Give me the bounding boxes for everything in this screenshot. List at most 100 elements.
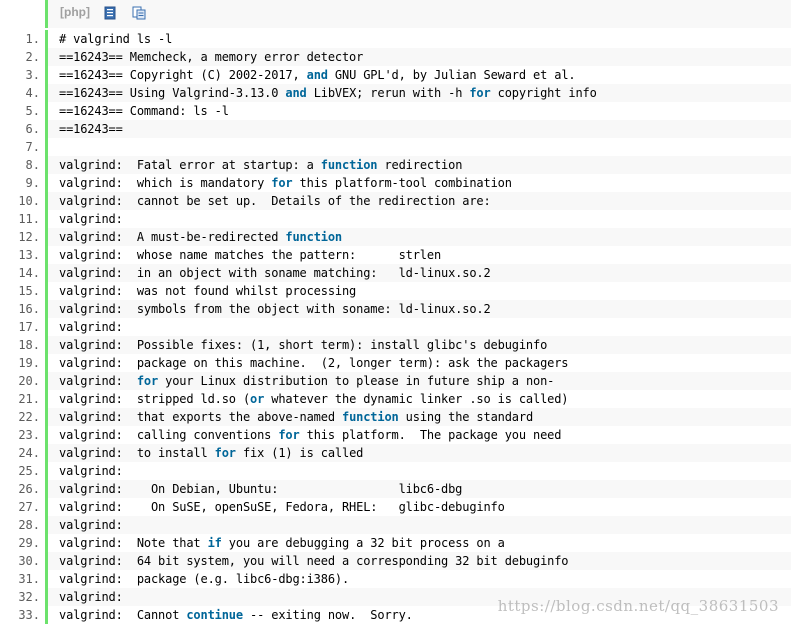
line-number: 7.: [0, 138, 40, 156]
code-line: 21. valgrind: stripped ld.so (or whatever…: [0, 390, 791, 408]
code-line: 5. ==16243== Command: ls -l: [0, 102, 791, 120]
code-text: ==16243== Copyright (C) 2002-2017, and G…: [59, 68, 576, 82]
code-text: # valgrind ls -l: [59, 32, 173, 46]
code-line: 28. valgrind:: [0, 516, 791, 534]
code-line-area: valgrind: that exports the above-named f…: [45, 408, 791, 426]
code-line: 15. valgrind: was not found whilst proces…: [0, 282, 791, 300]
code-line-area: ==16243==: [45, 120, 791, 138]
code-text: valgrind: On Debian, Ubuntu: libc6-dbg: [59, 482, 463, 496]
line-number: 3.: [0, 66, 40, 84]
code-text: valgrind: A must-be-redirected function: [59, 230, 342, 244]
code-line-area: valgrind: calling conventions for this p…: [45, 426, 791, 444]
code-line-area: valgrind: Note that if you are debugging…: [45, 534, 791, 552]
line-number: 22.: [0, 408, 40, 426]
code-line: 25. valgrind:: [0, 462, 791, 480]
line-number: 6.: [0, 120, 40, 138]
code-line-area: ==16243== Copyright (C) 2002-2017, and G…: [45, 66, 791, 84]
line-number: 24.: [0, 444, 40, 462]
code-block: 1. # valgrind ls -l 2. ==16243== Memcheck, …: [0, 30, 791, 624]
code-text: valgrind: package (e.g. libc6-dbg:i386).: [59, 572, 350, 586]
code-line: 11. valgrind:: [0, 210, 791, 228]
code-text: valgrind: Cannot continue -- exiting now…: [59, 608, 413, 622]
line-number: 19.: [0, 354, 40, 372]
code-line-area: valgrind: On Debian, Ubuntu: libc6-dbg: [45, 480, 791, 498]
line-number: 23.: [0, 426, 40, 444]
line-number: 18.: [0, 336, 40, 354]
code-line: 19. valgrind: package on this machine. (2…: [0, 354, 791, 372]
line-number: 31.: [0, 570, 40, 588]
line-number: 27.: [0, 498, 40, 516]
line-number: 16.: [0, 300, 40, 318]
code-line-area: valgrind: in an object with soname match…: [45, 264, 791, 282]
code-line: 13. valgrind: whose name matches the patt…: [0, 246, 791, 264]
code-line-area: [45, 138, 791, 156]
code-line: 31. valgrind: package (e.g. libc6-dbg:i38…: [0, 570, 791, 588]
line-number: 26.: [0, 480, 40, 498]
language-label: [php]: [60, 5, 90, 19]
code-line: 10. valgrind: cannot be set up. Details o…: [0, 192, 791, 210]
code-line: 30. valgrind: 64 bit system, you will nee…: [0, 552, 791, 570]
code-line: 22. valgrind: that exports the above-name…: [0, 408, 791, 426]
code-text: valgrind: On SuSE, openSuSE, Fedora, RHE…: [59, 500, 505, 514]
code-line: 8. valgrind: Fatal error at startup: a fu…: [0, 156, 791, 174]
code-text: ==16243==: [59, 122, 123, 136]
code-text: valgrind:: [59, 320, 123, 334]
code-line: 9. valgrind: which is mandatory for this …: [0, 174, 791, 192]
line-number: 10.: [0, 192, 40, 210]
view-source-icon[interactable]: [103, 6, 117, 20]
code-text: valgrind: calling conventions for this p…: [59, 428, 562, 442]
code-line-area: valgrind: On SuSE, openSuSE, Fedora, RHE…: [45, 498, 791, 516]
line-number: 15.: [0, 282, 40, 300]
line-number: 2.: [0, 48, 40, 66]
code-line-area: valgrind: whose name matches the pattern…: [45, 246, 791, 264]
code-line-area: valgrind: A must-be-redirected function: [45, 228, 791, 246]
code-line-area: ==16243== Using Valgrind-3.13.0 and LibV…: [45, 84, 791, 102]
code-line: 1. # valgrind ls -l: [0, 30, 791, 48]
copy-icon[interactable]: [132, 6, 146, 20]
line-number: 13.: [0, 246, 40, 264]
code-line: 26. valgrind: On Debian, Ubuntu: libc6-db…: [0, 480, 791, 498]
code-line-area: valgrind: which is mandatory for this pl…: [45, 174, 791, 192]
line-number: 21.: [0, 390, 40, 408]
code-line: 2. ==16243== Memcheck, a memory error det…: [0, 48, 791, 66]
code-text: valgrind: Fatal error at startup: a func…: [59, 158, 463, 172]
code-line-area: valgrind: Possible fixes: (1, short term…: [45, 336, 791, 354]
code-text: valgrind: which is mandatory for this pl…: [59, 176, 512, 190]
code-text: ==16243== Memcheck, a memory error detec…: [59, 50, 364, 64]
code-line-area: valgrind: to install for fix (1) is call…: [45, 444, 791, 462]
line-number: 1.: [0, 30, 40, 48]
code-text: ==16243== Command: ls -l: [59, 104, 229, 118]
code-line: 24. valgrind: to install for fix (1) is c…: [0, 444, 791, 462]
code-line: 29. valgrind: Note that if you are debugg…: [0, 534, 791, 552]
code-text: valgrind: whose name matches the pattern…: [59, 248, 442, 262]
line-number: 20.: [0, 372, 40, 390]
code-text: ==16243== Using Valgrind-3.13.0 and LibV…: [59, 86, 597, 100]
code-text: valgrind:: [59, 212, 123, 226]
code-line-area: valgrind: 64 bit system, you will need a…: [45, 552, 791, 570]
code-text: valgrind: in an object with soname match…: [59, 266, 491, 280]
code-line-area: valgrind:: [45, 516, 791, 534]
code-line-area: valgrind: for your Linux distribution to…: [45, 372, 791, 390]
line-number: 9.: [0, 174, 40, 192]
line-number: 17.: [0, 318, 40, 336]
code-text: valgrind: package on this machine. (2, l…: [59, 356, 569, 370]
code-line-area: valgrind: was not found whilst processin…: [45, 282, 791, 300]
line-number: 25.: [0, 462, 40, 480]
code-text: valgrind: Note that if you are debugging…: [59, 536, 505, 550]
code-line: 3. ==16243== Copyright (C) 2002-2017, and…: [0, 66, 791, 84]
code-line: 4. ==16243== Using Valgrind-3.13.0 and Li…: [0, 84, 791, 102]
line-number: 28.: [0, 516, 40, 534]
code-text: valgrind:: [59, 464, 123, 478]
code-line: 6. ==16243==: [0, 120, 791, 138]
line-number: 4.: [0, 84, 40, 102]
code-text: valgrind: symbols from the object with s…: [59, 302, 491, 316]
code-line-area: valgrind:: [45, 318, 791, 336]
line-number: 14.: [0, 264, 40, 282]
code-line-area: valgrind:: [45, 462, 791, 480]
code-text: valgrind: was not found whilst processin…: [59, 284, 357, 298]
code-line-area: ==16243== Memcheck, a memory error detec…: [45, 48, 791, 66]
line-number: 30.: [0, 552, 40, 570]
line-number: 29.: [0, 534, 40, 552]
line-number: 33.: [0, 606, 40, 624]
code-line-area: valgrind: Fatal error at startup: a func…: [45, 156, 791, 174]
